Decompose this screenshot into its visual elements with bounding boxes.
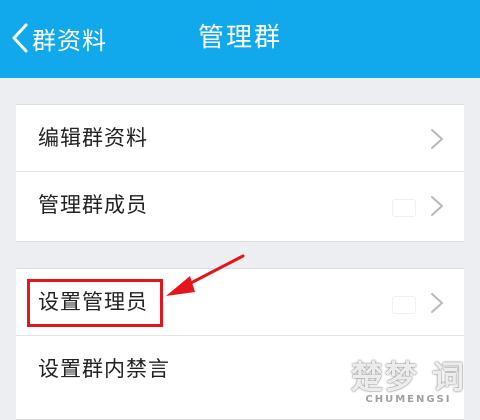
annotation-arrow — [166, 254, 245, 296]
watermark-subtext: CHUMENGSI — [365, 394, 452, 405]
watermark-logo: 楚梦 词 — [350, 358, 466, 396]
watermark: 楚梦 词 CHUMENGSI — [351, 360, 466, 406]
